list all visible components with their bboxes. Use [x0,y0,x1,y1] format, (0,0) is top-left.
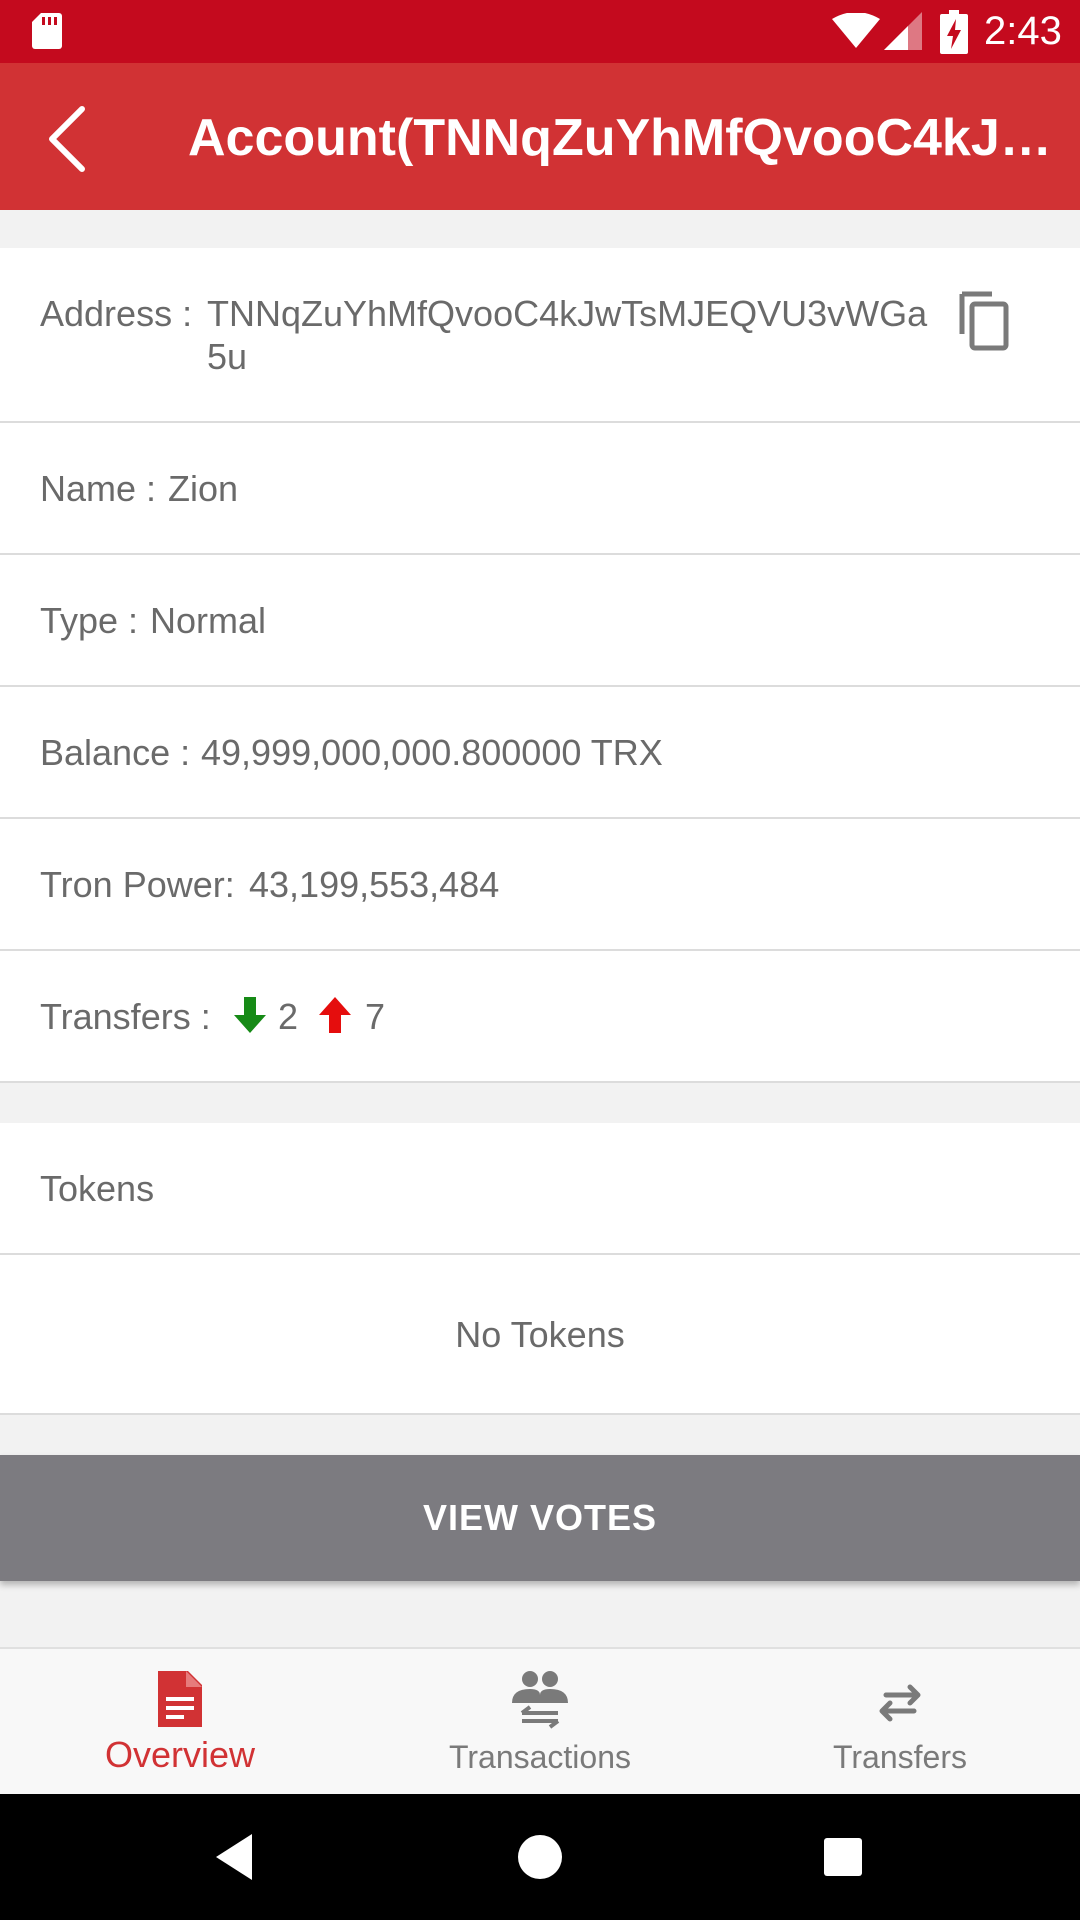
transfers-label: Transfers : [40,996,211,1037]
swap-arrows-icon [879,1684,921,1722]
arrow-down-icon [234,997,266,1033]
battery-charging-icon [940,10,968,54]
status-bar: 2:43 [0,0,1080,63]
tron-power-value: 43,199,553,484 [249,864,500,905]
sd-card-icon [32,13,62,49]
type-value: Normal [150,600,267,641]
tokens-heading: Tokens [40,1168,155,1209]
type-label: Type : [40,600,139,641]
bottom-navigation: Overview Transactions Transfers [0,1647,1080,1794]
type-row: Type : Normal [0,555,1080,687]
people-swap-icon [512,1671,568,1729]
arrow-up-icon [319,997,351,1033]
app-bar: Account(TNNqZuYhMfQvooC4kJwTsMJEQVU3vWGa… [0,63,1080,210]
tab-overview[interactable]: Overview [0,1649,360,1796]
tokens-list: No Tokens [0,1255,1080,1415]
balance-value: 49,999,000,000.800000 TRX [201,732,663,773]
copy-address-button[interactable] [950,288,1016,354]
transfers-out-count: 7 [365,996,386,1037]
system-navigation-bar [0,1794,1080,1920]
transfers-in-count: 2 [278,996,299,1037]
back-button[interactable] [30,99,110,179]
document-icon [158,1671,202,1727]
page-title: Account(TNNqZuYhMfQvooC4kJwTsMJEQVU3vWGa… [188,109,1058,167]
chevron-left-icon [49,106,85,172]
tron-power-row: Tron Power: 43,199,553,484 [0,819,1080,951]
home-circle-icon[interactable] [509,1826,571,1888]
tab-transfers-label: Transfers [833,1739,967,1775]
balance-row: Balance : 49,999,000,000.800000 TRX [0,687,1080,819]
recents-square-icon[interactable] [812,1826,874,1888]
tab-transactions[interactable]: Transactions [360,1649,720,1796]
copy-icon [959,291,1009,351]
no-tokens-text: No Tokens [455,1314,625,1355]
tokens-header-row: Tokens [0,1123,1080,1255]
balance-label: Balance : [40,732,191,773]
name-label: Name : [40,468,157,509]
view-votes-button[interactable]: VIEW VOTES [0,1455,1080,1581]
status-clock: 2:43 [984,9,1062,53]
tab-transfers[interactable]: Transfers [720,1649,1080,1796]
address-value: TNNqZuYhMfQvooC4kJwTsMJEQVU3vWGa5u [207,293,928,377]
tron-power-label: Tron Power: [40,864,235,905]
address-label: Address : [40,293,193,334]
signal-icon [884,12,922,50]
back-triangle-icon[interactable] [206,1826,268,1888]
wifi-icon [832,13,880,48]
name-value: Zion [168,468,239,509]
name-row: Name : Zion [0,423,1080,555]
tab-overview-label: Overview [104,1734,256,1775]
transfers-row: Transfers : 2 7 [0,951,1080,1083]
tab-transactions-label: Transactions [449,1739,631,1775]
